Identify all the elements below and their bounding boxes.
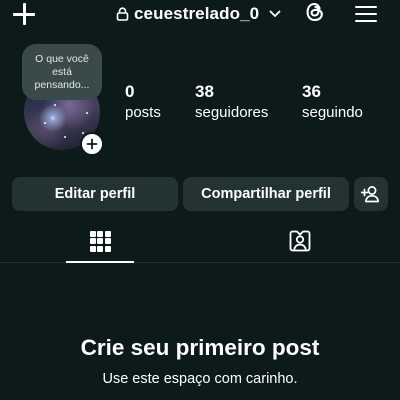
share-profile-button[interactable]: Compartilhar perfil xyxy=(183,177,349,211)
username: ceuestrelado_0 xyxy=(134,4,260,23)
profile-tabs xyxy=(0,220,400,263)
add-person-icon xyxy=(361,186,380,203)
stat-following-value: 36 xyxy=(302,82,321,101)
share-profile-label: Compartilhar perfil xyxy=(201,186,331,202)
empty-state-subtitle: Use este espaço com carinho. xyxy=(102,371,298,387)
top-bar: ceuestrelado_0 xyxy=(0,0,400,28)
stat-followers-label: seguidores xyxy=(195,104,269,121)
stat-followers-value: 38 xyxy=(195,82,214,101)
note-text: O que você está pensando... xyxy=(34,52,90,91)
edit-profile-label: Editar perfil xyxy=(54,186,136,202)
stat-posts: 0 posts xyxy=(125,82,161,122)
empty-state-title: Crie seu primeiro post xyxy=(80,335,320,360)
tab-tagged[interactable] xyxy=(266,220,334,262)
lock-icon xyxy=(116,7,129,21)
discover-people-button[interactable] xyxy=(354,177,388,211)
edit-profile-button[interactable]: Editar perfil xyxy=(12,177,178,211)
chevron-down-icon[interactable] xyxy=(269,10,281,18)
stat-following[interactable]: 36 seguindo xyxy=(302,82,363,122)
grid-icon xyxy=(89,230,111,252)
tab-posts-grid[interactable] xyxy=(66,220,134,263)
plus-icon xyxy=(86,138,98,150)
stat-posts-value: 0 xyxy=(125,82,135,101)
profile-avatar-block: O que você está pensando... xyxy=(22,44,104,156)
stat-followers[interactable]: 38 seguidores xyxy=(195,82,268,122)
stat-posts-label: posts xyxy=(125,104,161,121)
threads-icon[interactable] xyxy=(304,1,326,23)
hamburger-menu-icon[interactable] xyxy=(355,4,379,24)
add-story-button[interactable] xyxy=(80,132,104,156)
create-plus-icon[interactable] xyxy=(12,2,36,26)
stat-following-label: seguindo xyxy=(302,104,363,121)
note-bubble[interactable]: O que você está pensando... xyxy=(22,44,102,100)
tagged-person-icon xyxy=(289,230,311,252)
account-switcher[interactable]: ceuestrelado_0 xyxy=(116,3,281,25)
